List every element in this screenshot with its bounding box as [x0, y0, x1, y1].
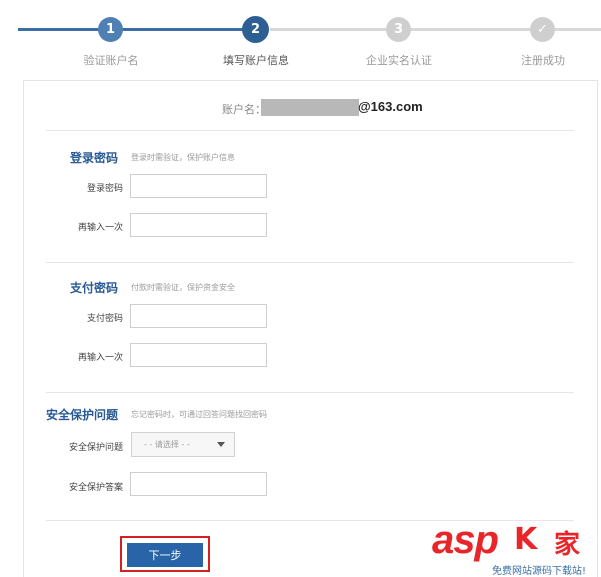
login-password-confirm-label: 再输入一次	[77, 223, 123, 233]
watermark-brand: asp	[432, 518, 499, 562]
security-question-title: 安全保护问题	[46, 408, 119, 422]
security-answer-label: 安全保护答案	[68, 483, 123, 493]
pay-password-confirm-label: 再输入一次	[77, 353, 123, 363]
step-connector	[410, 28, 530, 31]
checkmark-icon: ✓	[530, 17, 555, 42]
security-question-select[interactable]: - - 请选择 - -	[131, 432, 235, 457]
login-password-confirm-input[interactable]	[130, 213, 267, 237]
security-question-selected: - - 请选择 - -	[144, 440, 190, 449]
watermark-jia: 家	[554, 530, 581, 560]
step-3-label: 企业实名认证	[366, 54, 432, 67]
pay-password-title: 支付密码	[70, 281, 119, 295]
step-connector	[270, 28, 386, 31]
dropdown-arrow-icon	[217, 442, 225, 447]
section-divider	[46, 262, 574, 263]
section-divider	[46, 130, 574, 131]
step-connector	[555, 28, 601, 31]
pay-password-label: 支付密码	[86, 314, 123, 324]
step-1-circle: 1	[98, 17, 123, 42]
step-connector	[18, 28, 108, 31]
registration-steps: 1 2 3 ✓ 验证账户名 填写账户信息 企业实名认证 注册成功	[0, 0, 601, 72]
login-password-hint: 登录时需验证，保护账户信息	[131, 153, 235, 162]
pay-password-hint: 付款时需验证，保护资金安全	[131, 283, 235, 292]
security-answer-input[interactable]	[130, 472, 267, 496]
account-domain: @163.com	[358, 99, 423, 114]
watermark-slogan: 免费网站源码下载站!	[492, 566, 587, 577]
login-password-input[interactable]	[130, 174, 267, 198]
step-4-label: 注册成功	[521, 54, 565, 67]
step-1-label: 验证账户名	[83, 54, 139, 67]
account-name-label: 账户名：	[222, 103, 266, 116]
login-password-label: 登录密码	[86, 184, 123, 194]
login-password-title: 登录密码	[70, 151, 119, 165]
account-name-redacted	[261, 99, 359, 116]
pay-password-confirm-input[interactable]	[130, 343, 267, 367]
security-question-hint: 忘记密码时，可通过回答问题找回密码	[131, 410, 267, 419]
pay-password-input[interactable]	[130, 304, 267, 328]
step-2-circle: 2	[242, 16, 269, 43]
security-question-label: 安全保护问题	[68, 443, 123, 453]
watermark-ku: K	[514, 522, 538, 557]
step-3-circle: 3	[386, 17, 411, 42]
step-connector	[120, 28, 244, 31]
next-step-button[interactable]: 下一步	[127, 543, 203, 567]
section-divider	[46, 392, 574, 393]
step-2-label: 填写账户信息	[223, 54, 289, 67]
site-watermark-logo: asp K 家 免费网站源码下载站!	[432, 518, 598, 577]
